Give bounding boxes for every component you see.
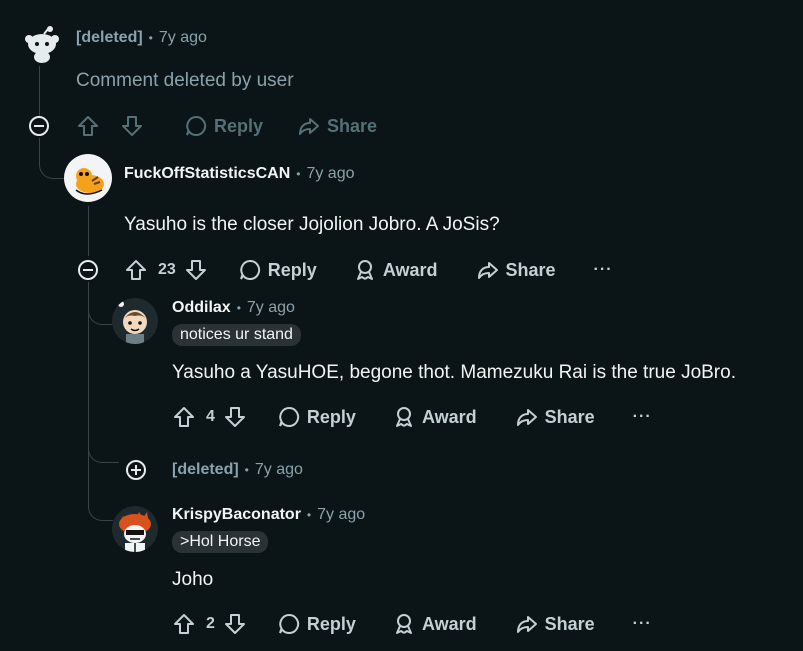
comment-author[interactable]: Oddilax [172,299,231,317]
comment-meta: [deleted] • 7y ago [76,29,207,47]
comment-body: Comment deleted by user [76,70,294,91]
reply-icon [186,115,207,136]
user-avatar[interactable] [112,506,158,552]
share-icon [477,262,498,279]
reply-label: Reply [267,259,317,280]
share-label: Share [327,115,378,136]
comment-meta: Oddilax • 7y ago [172,299,295,317]
snoo-avatar-icon[interactable] [18,17,64,63]
vote-score: 2 [206,615,215,632]
award-icon [395,614,412,634]
downvote-icon[interactable] [120,114,144,138]
user-flair: >Hol Horse [172,531,269,553]
reply-icon [239,259,260,280]
downvote-icon[interactable] [223,405,247,429]
comment-actions: 4 Reply Award Share ··· [172,401,652,433]
share-button[interactable]: Share [476,258,556,282]
collapse-icon[interactable] [78,260,98,280]
thread-elbow-c3 [88,282,113,325]
comment-body: Yasuho is the closer Jojolion Jobro. A J… [124,214,500,235]
comment-actions: 23 Reply Award Share ··· [124,254,613,286]
meta-separator: • [244,463,249,477]
reply-icon [278,406,300,427]
share-icon [516,409,537,426]
reply-label: Reply [306,613,356,634]
meta-separator: • [236,301,241,315]
more-icon[interactable]: ··· [633,408,652,426]
award-icon [356,260,373,280]
share-button[interactable]: Share [297,114,377,138]
collapse-icon[interactable] [29,116,49,136]
comment-timestamp[interactable]: 7y ago [255,461,303,479]
share-label: Share [505,259,556,280]
comment-author[interactable]: KrispyBaconator [172,506,301,524]
comment-body: Yasuho a YasuHOE, begone thot. Mamezuku … [172,362,736,383]
comment-body: Joho [172,569,214,590]
thread-line-c2 [88,206,89,256]
comment-meta: KrispyBaconator • 7y ago [172,506,365,524]
meta-separator: • [306,508,312,522]
vote-score: 23 [158,261,176,278]
share-label: Share [544,406,595,427]
meta-separator: • [148,31,153,45]
user-avatar[interactable] [112,298,158,344]
award-button[interactable]: Award [392,612,477,636]
upvote-icon[interactable] [76,114,100,138]
comment-timestamp[interactable]: 7y ago [247,299,295,317]
more-icon[interactable]: ··· [633,615,652,633]
comment-author[interactable]: [deleted] [76,29,143,47]
comment-actions: 2 Reply Award Share ··· [172,608,652,640]
user-avatar[interactable] [64,154,112,202]
comment-timestamp[interactable]: 7y ago [306,165,354,183]
award-button[interactable]: Award [353,258,438,282]
expand-icon[interactable] [126,460,146,480]
downvote-icon[interactable] [184,258,208,282]
reply-button[interactable]: Reply [184,114,263,138]
user-flair: notices ur stand [172,324,301,346]
thread-elbow-c5 [88,462,113,521]
comment-timestamp[interactable]: 7y ago [317,506,365,524]
reply-label: Reply [306,406,356,427]
reply-button[interactable]: Reply [277,405,356,429]
upvote-icon[interactable] [172,612,196,636]
comment-timestamp[interactable]: 7y ago [159,29,207,47]
award-icon [395,407,412,427]
share-label: Share [544,613,595,634]
comment-actions: Reply Share [76,110,377,142]
award-button[interactable]: Award [392,405,477,429]
share-button[interactable]: Share [515,612,595,636]
comment-author[interactable]: FuckOffStatisticsCAN [124,165,290,183]
downvote-icon[interactable] [223,612,247,636]
reply-button[interactable]: Reply [277,612,356,636]
award-label: Award [421,406,477,427]
meta-separator: • [296,167,301,181]
award-label: Award [421,613,477,634]
comment-author[interactable]: [deleted] [172,461,239,479]
reply-icon [278,613,300,634]
comment-meta: [deleted] • 7y ago [172,461,303,479]
award-label: Award [382,259,438,280]
reply-label: Reply [214,115,264,136]
comment-meta: FuckOffStatisticsCAN • 7y ago [124,165,355,183]
more-icon[interactable]: ··· [594,261,613,279]
share-icon [516,616,537,633]
share-button[interactable]: Share [515,405,595,429]
thread-elbow-c4 [88,440,119,463]
share-icon [299,118,320,135]
upvote-icon[interactable] [124,258,148,282]
upvote-icon[interactable] [172,405,196,429]
vote-score: 4 [206,408,215,425]
reply-button[interactable]: Reply [238,258,317,282]
thread-line-root [39,66,40,116]
thread-elbow-c2 [39,138,64,179]
